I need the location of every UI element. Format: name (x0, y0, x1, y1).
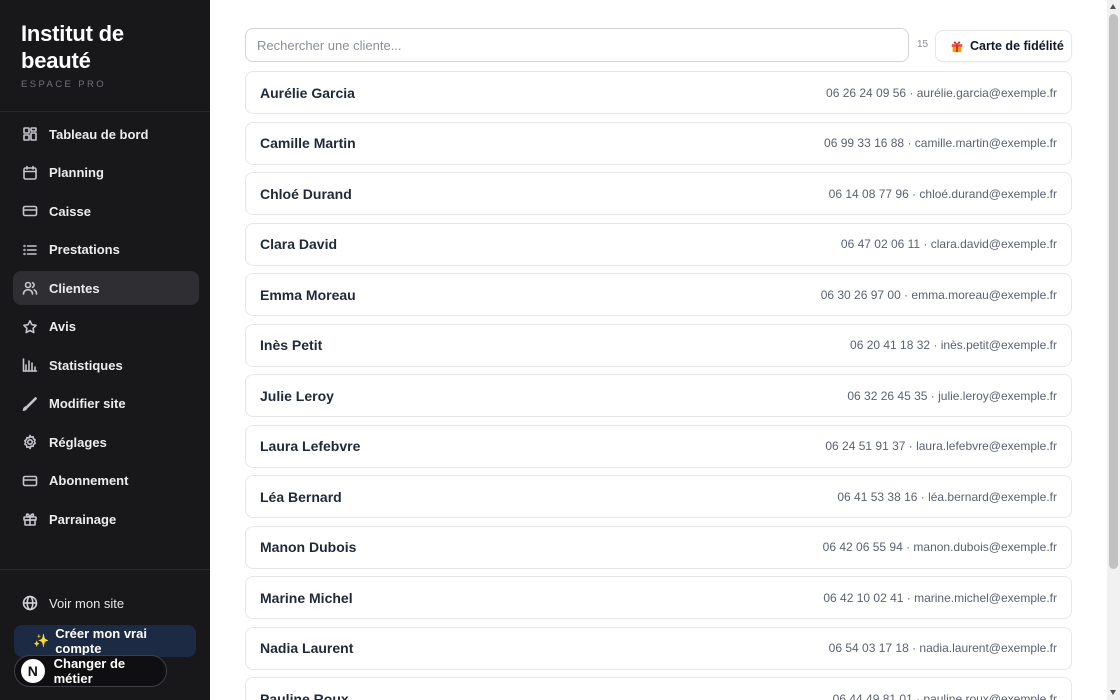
sidebar-item-label: Clientes (49, 280, 100, 296)
client-row[interactable]: Camille Martin 06 99 33 16 88 · camille.m… (245, 121, 1072, 165)
sidebar-footer: Voir mon site ✨ Créer mon vrai compte N … (0, 569, 210, 700)
client-row[interactable]: Marine Michel 06 42 10 02 41 · marine.mic… (245, 576, 1072, 619)
client-name: Chloé Durand (260, 185, 352, 202)
list-icon (23, 244, 37, 255)
gift-icon (951, 41, 963, 53)
client-name: Emma Moreau (260, 286, 356, 303)
page-scrollbar[interactable] (1107, 0, 1120, 700)
sidebar-item-avis[interactable]: Avis (13, 310, 199, 344)
card-icon (22, 475, 38, 486)
change-metier-button[interactable]: N Changer de métier (14, 655, 167, 687)
sidebar-item-label: Tableau de bord (49, 126, 149, 142)
change-metier-label: Changer de métier (53, 656, 126, 686)
client-contact: 06 44 49 81 01 · pauline.roux@exemple.fr (832, 691, 1057, 700)
sidebar-item-statistiques[interactable]: Statistiques (13, 348, 199, 382)
sidebar-item-prestations[interactable]: Prestations (13, 233, 199, 267)
gift-icon (23, 513, 37, 526)
main-content: 15 Carte de fidélité Aurélie Garcia 06 26… (210, 0, 1107, 700)
client-contact: 06 54 03 17 18 · nadia.laurent@exemple.f… (828, 641, 1057, 655)
client-count: 15 (917, 39, 929, 50)
sidebar-item-label: Modifier site (49, 396, 126, 411)
sparkles-icon: ✨ (33, 633, 50, 648)
client-row[interactable]: Pauline Roux 06 44 49 81 01 · pauline.rou… (245, 677, 1072, 700)
carte-fidelite-label: Carte de fidélité (970, 39, 1064, 53)
client-contact: 06 41 53 38 16 · léa.bernard@exemple.fr (837, 489, 1057, 504)
pen-icon (22, 396, 37, 411)
client-list: Aurélie Garcia 06 26 24 09 56 · aurélie.g… (245, 71, 1072, 700)
client-row[interactable]: Emma Moreau 06 30 26 97 00 · emma.moreau@… (245, 273, 1072, 316)
client-row[interactable]: Léa Bernard 06 41 53 38 16 · léa.bernard@… (245, 475, 1072, 518)
sidebar-item-modifier-site[interactable]: Modifier site (13, 387, 199, 421)
dashboard-icon (23, 127, 37, 141)
n-logo-badge: N (21, 659, 45, 683)
voir-mon-site-link[interactable]: Voir mon site (22, 595, 124, 611)
client-row[interactable]: Laura Lefebvre 06 24 51 91 37 · laura.lef… (245, 424, 1072, 468)
client-contact: 06 30 26 97 00 · emma.moreau@exemple.fr (820, 287, 1057, 302)
users-icon (22, 281, 38, 295)
sidebar-item-label: Prestations (49, 242, 120, 257)
create-account-button[interactable]: ✨ Créer mon vrai compte (14, 625, 196, 657)
sidebar-item-label: Parrainage (49, 511, 117, 527)
client-name: Léa Bernard (260, 488, 342, 505)
client-name: Laura Lefebvre (260, 438, 361, 454)
client-row[interactable]: Chloé Durand 06 14 08 77 96 · chloé.duran… (245, 172, 1072, 215)
chart-icon (22, 358, 38, 372)
client-contact: 06 26 24 09 56 · aurélie.garcia@exemple.… (826, 85, 1057, 100)
sidebar: Institut de beauté ESPACE PRO Tableau de… (0, 0, 210, 700)
sidebar-item-label: Caisse (49, 203, 91, 219)
sidebar-item-label: Statistiques (49, 357, 123, 373)
sidebar-item-tableau-de-bord[interactable]: Tableau de bord (13, 117, 199, 151)
sidebar-item-label: Avis (49, 319, 76, 334)
client-row[interactable]: Clara David 06 47 02 06 11 · clara.david@… (245, 222, 1072, 266)
client-name: Camille Martin (260, 135, 356, 151)
card-icon (22, 205, 38, 217)
voir-mon-site-label: Voir mon site (49, 595, 125, 611)
client-row[interactable]: Aurélie Garcia 06 26 24 09 56 · aurélie.g… (245, 71, 1072, 114)
sidebar-item-label: Planning (49, 165, 104, 180)
client-contact: 06 42 06 55 94 · manon.dubois@exemple.fr (822, 540, 1057, 554)
scroll-down-arrow-icon[interactable] (1110, 690, 1116, 695)
star-icon (23, 319, 37, 333)
sidebar-item-reglages[interactable]: Réglages (13, 425, 199, 459)
scrollbar-thumb[interactable] (1109, 14, 1118, 569)
sidebar-item-planning[interactable]: Planning (13, 156, 199, 190)
client-name: Marine Michel (260, 589, 353, 606)
client-name: Manon Dubois (260, 539, 357, 555)
client-contact: 06 47 02 06 11 · clara.david@exemple.fr (840, 237, 1057, 251)
search-input[interactable] (245, 28, 909, 62)
client-contact: 06 99 33 16 88 · camille.martin@exemple.… (824, 136, 1057, 150)
client-contact: 06 42 10 02 41 · marine.michel@exemple.f… (823, 590, 1057, 605)
brand-title: Institut de beauté (21, 21, 124, 73)
client-name: Clara David (260, 236, 338, 252)
sidebar-item-caisse[interactable]: Caisse (13, 194, 199, 228)
client-row[interactable]: Julie Leroy 06 32 26 45 35 · julie.leroy@… (245, 374, 1072, 417)
client-row[interactable]: Nadia Laurent 06 54 03 17 18 · nadia.laur… (245, 626, 1072, 670)
sidebar-item-abonnement[interactable]: Abonnement (13, 464, 199, 498)
client-row[interactable]: Inès Petit 06 20 41 18 32 · inès.petit@ex… (245, 323, 1072, 367)
sidebar-item-label: Réglages (49, 434, 107, 450)
client-contact: 06 14 08 77 96 · chloé.durand@exemple.fr (828, 186, 1057, 201)
client-contact: 06 24 51 91 37 · laura.lefebvre@exemple.… (825, 439, 1057, 453)
sidebar-item-label: Abonnement (49, 473, 129, 488)
client-name: Julie Leroy (260, 387, 334, 404)
sidebar-item-clientes[interactable]: Clientes (13, 271, 199, 305)
scroll-up-arrow-icon[interactable] (1110, 4, 1116, 9)
sidebar-item-parrainage[interactable]: Parrainage (13, 502, 199, 536)
client-name: Aurélie Garcia (260, 84, 355, 101)
client-name: Pauline Roux (260, 690, 349, 700)
client-row[interactable]: Manon Dubois 06 42 06 55 94 · manon.duboi… (245, 525, 1072, 569)
calendar-icon (23, 165, 37, 180)
client-name: Inès Petit (260, 337, 323, 353)
brand: Institut de beauté ESPACE PRO (0, 0, 210, 112)
client-contact: 06 32 26 45 35 · julie.leroy@exemple.fr (847, 388, 1057, 403)
create-account-label: Créer mon vrai compte (55, 626, 147, 656)
globe-icon (22, 595, 38, 611)
client-contact: 06 20 41 18 32 · inès.petit@exemple.fr (850, 338, 1057, 352)
client-name: Nadia Laurent (260, 640, 354, 656)
sidebar-nav: Tableau de bord Planning Caisse Prestati… (0, 112, 210, 536)
brand-subtitle: ESPACE PRO (21, 79, 107, 90)
gear-icon (24, 434, 36, 450)
carte-fidelite-button[interactable]: Carte de fidélité (935, 30, 1072, 62)
